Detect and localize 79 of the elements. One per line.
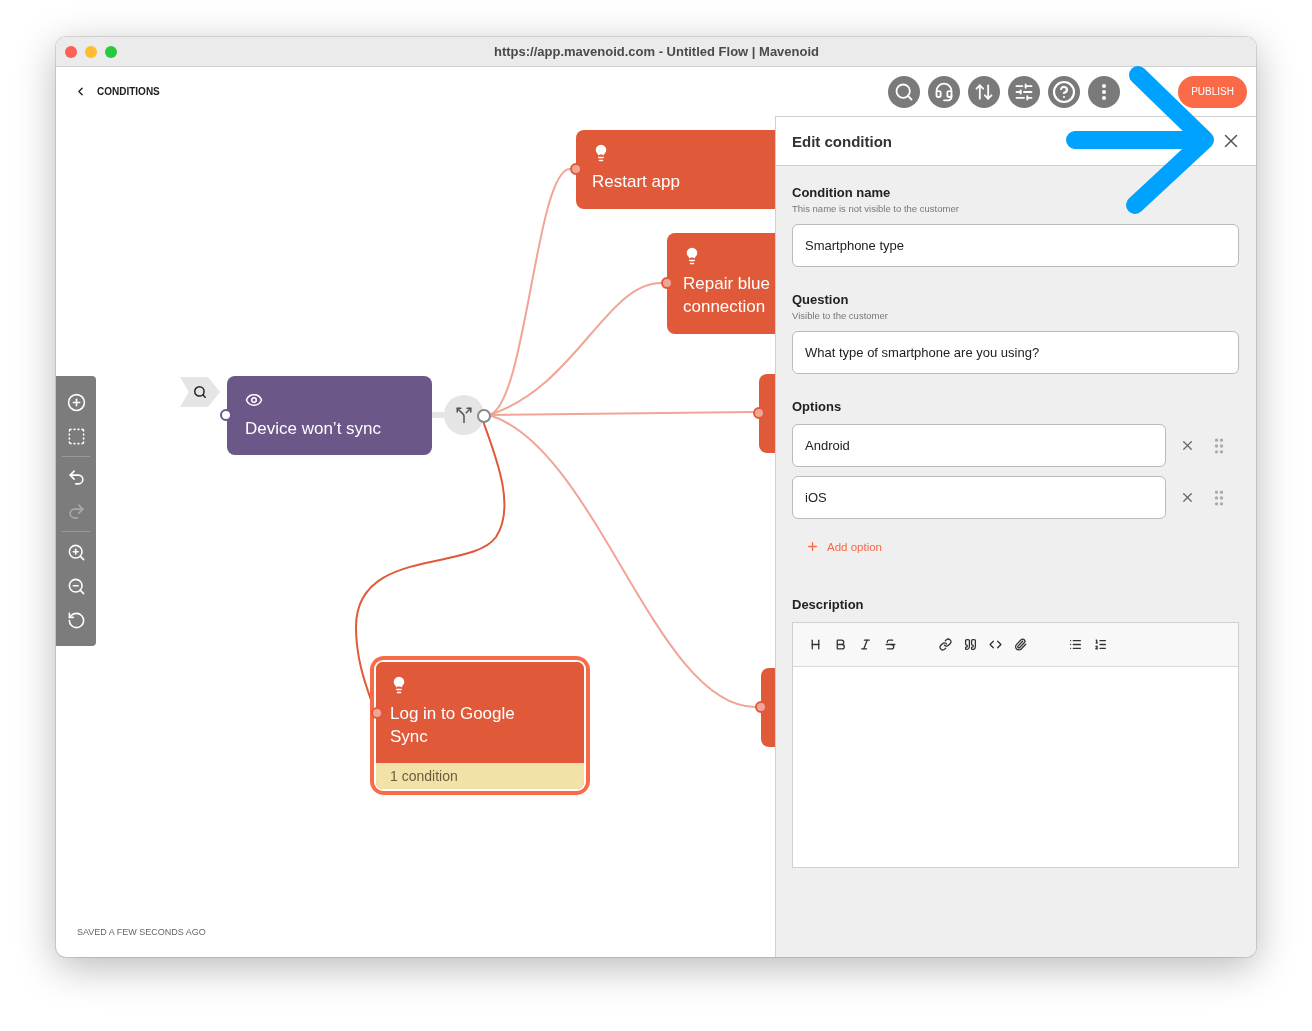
node-title: Device won’t sync bbox=[245, 418, 383, 440]
sliders-button[interactable] bbox=[1008, 75, 1041, 108]
sort-icon bbox=[974, 81, 995, 102]
remove-button[interactable] bbox=[1180, 438, 1195, 453]
zoom-reset-icon bbox=[66, 610, 86, 630]
flow-node[interactable]: Repair blue connection bbox=[667, 233, 776, 334]
heading-button[interactable] bbox=[809, 638, 822, 651]
link-icon bbox=[939, 638, 952, 651]
select-area-icon bbox=[66, 426, 86, 446]
bold-icon bbox=[834, 638, 847, 651]
remove-button[interactable] bbox=[1180, 490, 1195, 505]
code-button[interactable] bbox=[989, 638, 1002, 651]
search-icon bbox=[193, 385, 207, 399]
node-title: Restart app bbox=[592, 171, 681, 193]
numbered-list-button[interactable] bbox=[1094, 638, 1107, 651]
help-icon bbox=[1052, 79, 1077, 104]
help-button[interactable] bbox=[1048, 75, 1081, 108]
link-button[interactable] bbox=[939, 638, 952, 651]
plus-icon bbox=[806, 540, 819, 553]
field-label: Question bbox=[792, 292, 850, 307]
panel-title: Edit condition bbox=[792, 132, 892, 150]
node-port[interactable] bbox=[753, 407, 765, 419]
text-field[interactable]: What type of smartphone are you using? bbox=[792, 331, 1239, 374]
back-link[interactable]: CONDITIONS bbox=[74, 85, 160, 98]
node-title: Repair blue connection bbox=[683, 273, 771, 318]
strikethrough-button[interactable] bbox=[884, 638, 897, 651]
field-label: Condition name bbox=[792, 185, 892, 200]
code-icon bbox=[989, 638, 1002, 651]
node-title: Log in to Google Sync bbox=[390, 703, 516, 748]
more-button[interactable] bbox=[1088, 75, 1121, 108]
search-icon bbox=[894, 81, 915, 102]
add-icon bbox=[66, 392, 86, 412]
option-field[interactable]: iOS bbox=[792, 476, 1166, 519]
headset-button[interactable] bbox=[928, 75, 961, 108]
bold-button[interactable] bbox=[834, 638, 847, 651]
sort-button[interactable] bbox=[968, 75, 1001, 108]
flow-node[interactable]: Log in to Google Sync 1 condition bbox=[370, 656, 590, 795]
search-button[interactable] bbox=[888, 75, 921, 108]
more-icon bbox=[1102, 83, 1107, 100]
undo-icon bbox=[66, 467, 86, 487]
field-label: Options bbox=[792, 399, 843, 414]
branch-node[interactable] bbox=[444, 395, 484, 435]
field-hint: Visible to the customer bbox=[792, 310, 889, 321]
bullet-list-button[interactable] bbox=[1069, 638, 1082, 651]
text-field[interactable]: Smartphone type bbox=[792, 224, 1239, 267]
option-field[interactable]: Android bbox=[792, 424, 1166, 467]
paperclip-button[interactable] bbox=[1014, 638, 1027, 651]
headset-icon bbox=[934, 81, 955, 102]
field-hint: This name is not visible to the customer bbox=[792, 203, 960, 214]
italic-button[interactable] bbox=[859, 638, 872, 651]
node-port[interactable] bbox=[755, 701, 767, 713]
heading-icon bbox=[809, 638, 822, 651]
zoom-out-icon bbox=[66, 576, 86, 596]
zoom-in-icon bbox=[66, 542, 86, 562]
node-port[interactable] bbox=[661, 277, 673, 289]
flow-node[interactable]: Restart app bbox=[576, 130, 776, 209]
field-label: Description bbox=[792, 597, 865, 612]
condition-count: 1 condition bbox=[376, 763, 584, 789]
sliders-icon bbox=[1014, 81, 1035, 102]
paperclip-icon bbox=[1014, 638, 1027, 651]
flow-node[interactable]: Device won’t sync bbox=[227, 376, 432, 455]
close-icon bbox=[1180, 490, 1195, 505]
close-window-button[interactable] bbox=[65, 45, 77, 58]
window-title: https://app.mavenoid.com - Untitled Flow | Mavenoid bbox=[493, 44, 819, 59]
node-port[interactable] bbox=[570, 163, 582, 175]
node-port[interactable] bbox=[220, 409, 232, 421]
close-icon bbox=[1180, 438, 1195, 453]
save-status: SAVED A FEW SECONDS AGO bbox=[77, 927, 206, 937]
redo-icon bbox=[66, 501, 86, 521]
quote-button[interactable] bbox=[964, 638, 977, 651]
italic-icon bbox=[859, 638, 872, 651]
numbered-list-icon bbox=[1094, 638, 1107, 651]
bullet-list-icon bbox=[1069, 638, 1082, 651]
router-port[interactable] bbox=[477, 409, 491, 423]
quote-icon bbox=[964, 638, 977, 651]
eye-icon bbox=[245, 391, 263, 409]
connector-stub bbox=[432, 412, 444, 418]
strikethrough-icon bbox=[884, 638, 897, 651]
branch-icon bbox=[455, 406, 473, 424]
